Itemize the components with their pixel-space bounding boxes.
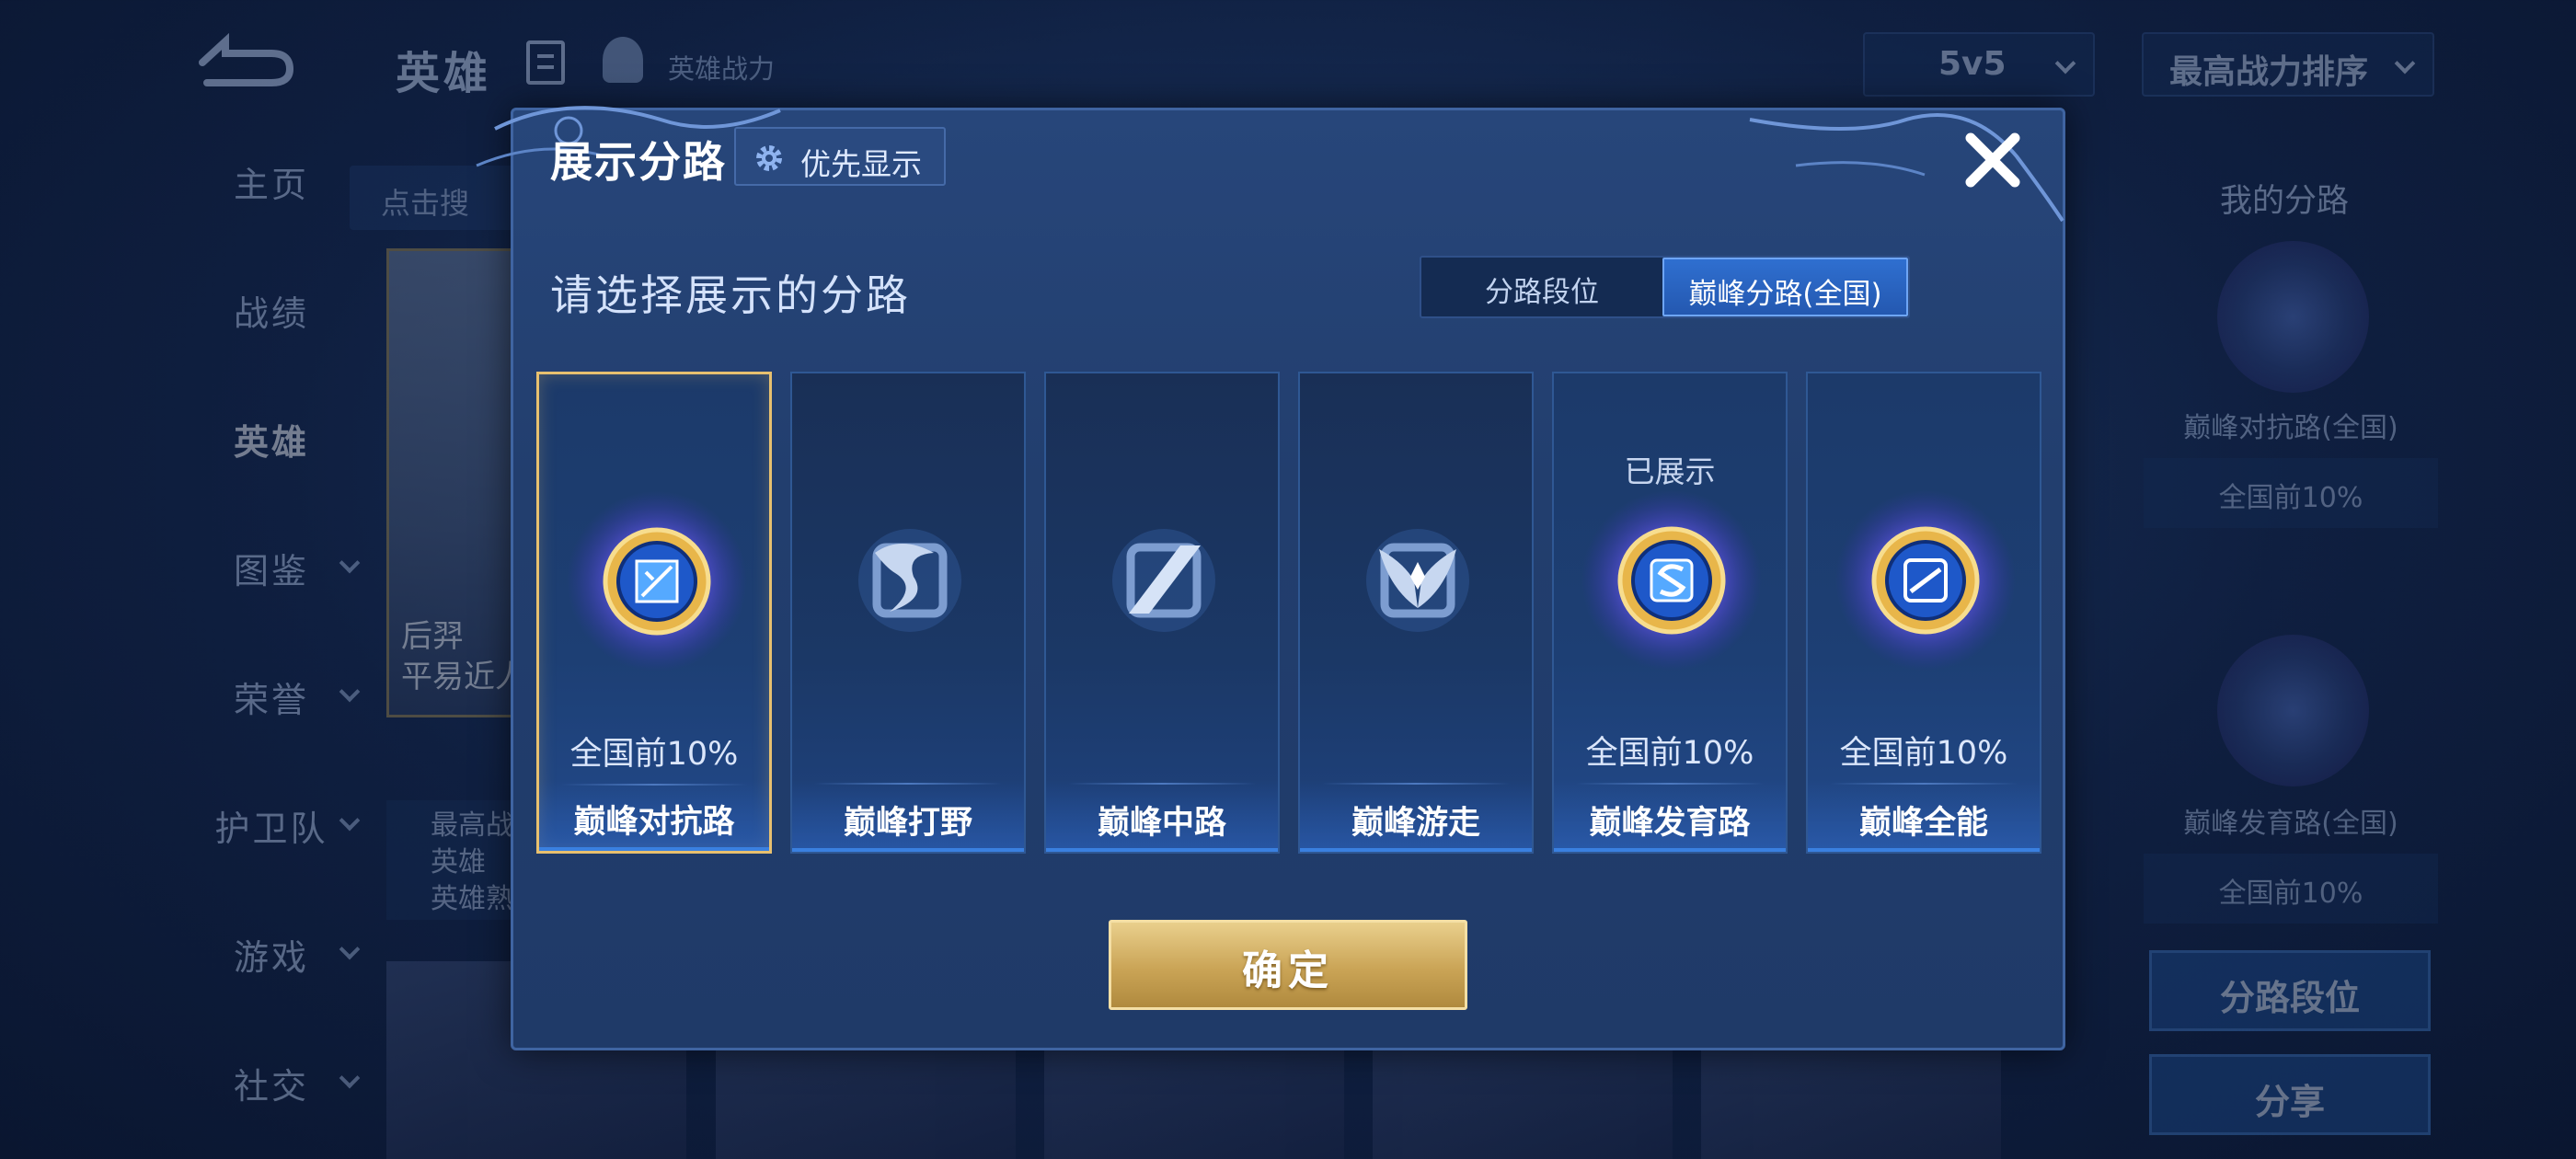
badge-rank: 全国前10% — [2144, 458, 2438, 528]
lane-card-clash[interactable]: 全国前10% 巅峰对抗路 — [536, 372, 772, 854]
badge-rank: 全国前10% — [2144, 854, 2438, 924]
nav-item-game[interactable]: 游戏 — [166, 929, 377, 1058]
lane-card-farm[interactable]: 已展示 全国前10% 巅峰发育路 — [1552, 372, 1788, 854]
tab-peak-lane[interactable]: 巅峰分路(全国) — [1662, 258, 1908, 316]
nav-item-guard[interactable]: 护卫队 — [166, 800, 377, 929]
lane-name: 巅峰全能 — [1808, 780, 2040, 852]
lane-rank: 全国前10% — [569, 736, 739, 773]
nav-item-honor[interactable]: 荣誉 — [166, 671, 377, 800]
lane-card-jungle[interactable]: 巅峰打野 — [790, 372, 1026, 854]
mode-select[interactable]: 5v5 — [1863, 32, 2095, 97]
shown-label: 已展示 — [1624, 453, 1716, 489]
nav-item-record[interactable]: 战绩 — [166, 285, 377, 414]
back-arrow-icon[interactable] — [189, 28, 299, 92]
farm-lane-icon — [1581, 490, 1762, 671]
chevron-down-icon — [2054, 52, 2076, 75]
gear-icon — [756, 145, 782, 171]
lane-name: 巅峰对抗路 — [539, 779, 769, 851]
lane-name: 巅峰打野 — [792, 780, 1024, 852]
nav-item-home[interactable]: 主页 — [166, 156, 377, 285]
my-lanes-title: 我的分路 — [2220, 183, 2350, 220]
all-round-icon — [1835, 490, 2016, 671]
share-button[interactable]: 分享 — [2149, 1054, 2431, 1135]
lane-card-all-round[interactable]: 全国前10% 巅峰全能 — [1806, 372, 2041, 854]
clash-lane-badge-icon — [2217, 241, 2369, 393]
chevron-down-icon — [2394, 52, 2416, 75]
chevron-down-icon — [339, 938, 361, 960]
lane-card-roam[interactable]: 巅峰游走 — [1298, 372, 1534, 854]
priority-display-button[interactable]: 优先显示 — [734, 127, 946, 186]
lane-card-mid[interactable]: 巅峰中路 — [1044, 372, 1280, 854]
chevron-down-icon — [339, 552, 361, 574]
nav-item-social[interactable]: 社交 — [166, 1058, 377, 1159]
lane-name: 巅峰中路 — [1046, 780, 1278, 852]
clash-lane-icon — [567, 491, 747, 671]
chevron-down-icon — [339, 809, 361, 832]
lane-name: 巅峰发育路 — [1554, 780, 1786, 852]
priority-display-label: 优先显示 — [800, 146, 922, 182]
lane-rank: 全国前10% — [1839, 735, 2008, 772]
lane-rank-button[interactable]: 分路段位 — [2149, 950, 2431, 1031]
lane-rank: 全国前10% — [1585, 735, 1754, 772]
chevron-down-icon — [339, 1067, 361, 1089]
dialog-subtitle: 请选择展示的分路 — [550, 270, 911, 320]
confirm-button[interactable]: 确定 — [1109, 920, 1467, 1010]
close-icon[interactable] — [1958, 125, 2028, 195]
left-nav: 主页 战绩 英雄 图鉴 荣誉 护卫队 游戏 社交 — [166, 156, 377, 1159]
nav-item-codex[interactable]: 图鉴 — [166, 543, 377, 671]
hero-power-icon[interactable] — [603, 37, 643, 83]
dialog-title: 展示分路 — [550, 137, 727, 187]
sort-select[interactable]: 最高战力排序 — [2142, 32, 2434, 97]
hero-power-label[interactable]: 英雄战力 — [668, 48, 775, 86]
nav-item-hero[interactable]: 英雄 — [166, 414, 377, 543]
lane-name: 巅峰游走 — [1300, 780, 1532, 852]
tab-lane-rank[interactable]: 分路段位 — [1421, 258, 1662, 316]
show-lane-dialog: 展示分路 优先显示 请选择展示的分路 分路段位 巅峰分路(全国) 全国前10% … — [476, 106, 2065, 1050]
badge-label: 巅峰发育路(全国) — [2183, 808, 2398, 840]
hero-name: 后羿 平易近人 — [401, 618, 526, 695]
roam-icon — [1366, 529, 1469, 632]
badge-label: 巅峰对抗路(全国) — [2183, 412, 2398, 444]
mid-lane-icon — [1112, 529, 1215, 632]
farm-lane-badge-icon — [2217, 635, 2369, 786]
list-icon[interactable] — [526, 40, 565, 85]
lane-tabs: 分路段位 巅峰分路(全国) — [1420, 256, 1910, 318]
chevron-down-icon — [339, 681, 361, 703]
jungle-icon — [858, 529, 961, 632]
